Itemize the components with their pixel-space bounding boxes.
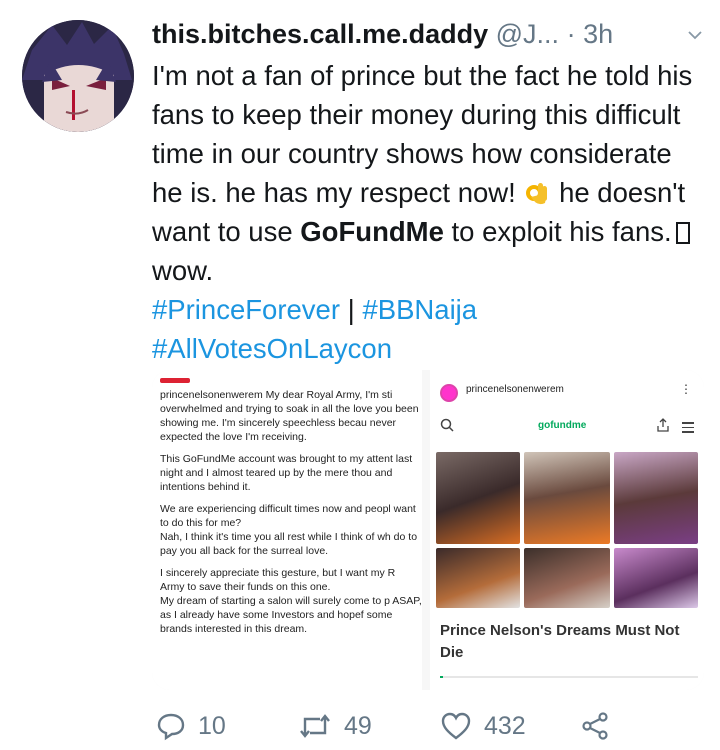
tweet-text-part3: to exploit his fans. (451, 216, 672, 247)
gofundme-logo: gofundme (538, 420, 587, 431)
gofundme-bold: GoFundMe (300, 216, 444, 247)
tweet-media[interactable]: princenelsonenwerem My dear Royal Army, … (152, 370, 704, 690)
share-icon (657, 418, 669, 432)
media-image-right[interactable]: princenelsonenwerem ⋮ gofundme Prince Ne… (430, 370, 704, 690)
tweet-header: this.bitches.call.me.daddy @J... · 3h (152, 14, 712, 58)
photo (614, 452, 698, 544)
photo (524, 548, 610, 608)
retweet-icon (300, 714, 330, 738)
ig-avatar (440, 384, 458, 402)
screenshot-edge (160, 378, 190, 383)
avatar[interactable] (22, 20, 134, 132)
missing-glyph-icon (675, 222, 690, 244)
caption-paragraph: princenelsonenwerem My dear Royal Army, … (160, 389, 422, 443)
menu-icon (682, 419, 694, 436)
funding-progress (440, 676, 698, 678)
instagram-caption: princenelsonenwerem My dear Royal Army, … (160, 388, 422, 688)
timestamp[interactable]: 3h (583, 19, 613, 49)
display-name[interactable]: this.bitches.call.me.daddy (152, 19, 488, 49)
reply-icon (157, 713, 185, 741)
hashtag-allvotesonlaycon[interactable]: #AllVotesOnLaycon (152, 333, 392, 364)
hashtag-bbnaija[interactable]: #BBNaija (362, 294, 477, 325)
user-handle[interactable]: @J... (496, 19, 559, 49)
photo (524, 452, 610, 544)
campaign-title: Prince Nelson's Dreams Must Not Die (440, 622, 680, 661)
retweet-button[interactable]: 49 (298, 706, 372, 746)
campaign-photos (436, 452, 698, 608)
hashtag-separator: | (347, 294, 355, 325)
photo (436, 548, 520, 608)
search-icon (440, 418, 454, 432)
ig-username: princenelsonenwerem (466, 384, 564, 395)
caption-paragraph: We are experiencing difficult times now … (160, 503, 418, 557)
avatar-image (22, 20, 134, 132)
caption-paragraph: This GoFundMe account was brought to my … (160, 453, 416, 493)
photo (436, 452, 520, 544)
chevron-down-icon[interactable] (688, 28, 702, 42)
caption-paragraph: I sincerely appreciate this gesture, but… (160, 567, 422, 635)
hashtag-princeforever[interactable]: #PrinceForever (152, 294, 340, 325)
photo (614, 548, 698, 608)
ok-hand-icon (526, 183, 548, 205)
share-icon (582, 712, 608, 740)
tweet-text: I'm not a fan of prince but the fact he … (152, 56, 707, 368)
media-image-left[interactable]: princenelsonenwerem My dear Royal Army, … (152, 370, 422, 690)
heart-icon (441, 712, 471, 740)
separator-dot: · (566, 19, 576, 49)
like-count: 432 (484, 711, 526, 740)
gofundme-header: gofundme (430, 410, 704, 444)
like-button[interactable]: 432 (440, 706, 526, 746)
tweet-text-part4: wow. (152, 255, 214, 286)
more-icon: ⋮ (680, 382, 692, 396)
retweet-count: 49 (344, 711, 372, 740)
reply-button[interactable]: 10 (156, 706, 226, 746)
reply-count: 10 (198, 711, 226, 740)
tweet-actions: 10 49 432 (152, 700, 712, 750)
share-button[interactable] (580, 706, 622, 746)
